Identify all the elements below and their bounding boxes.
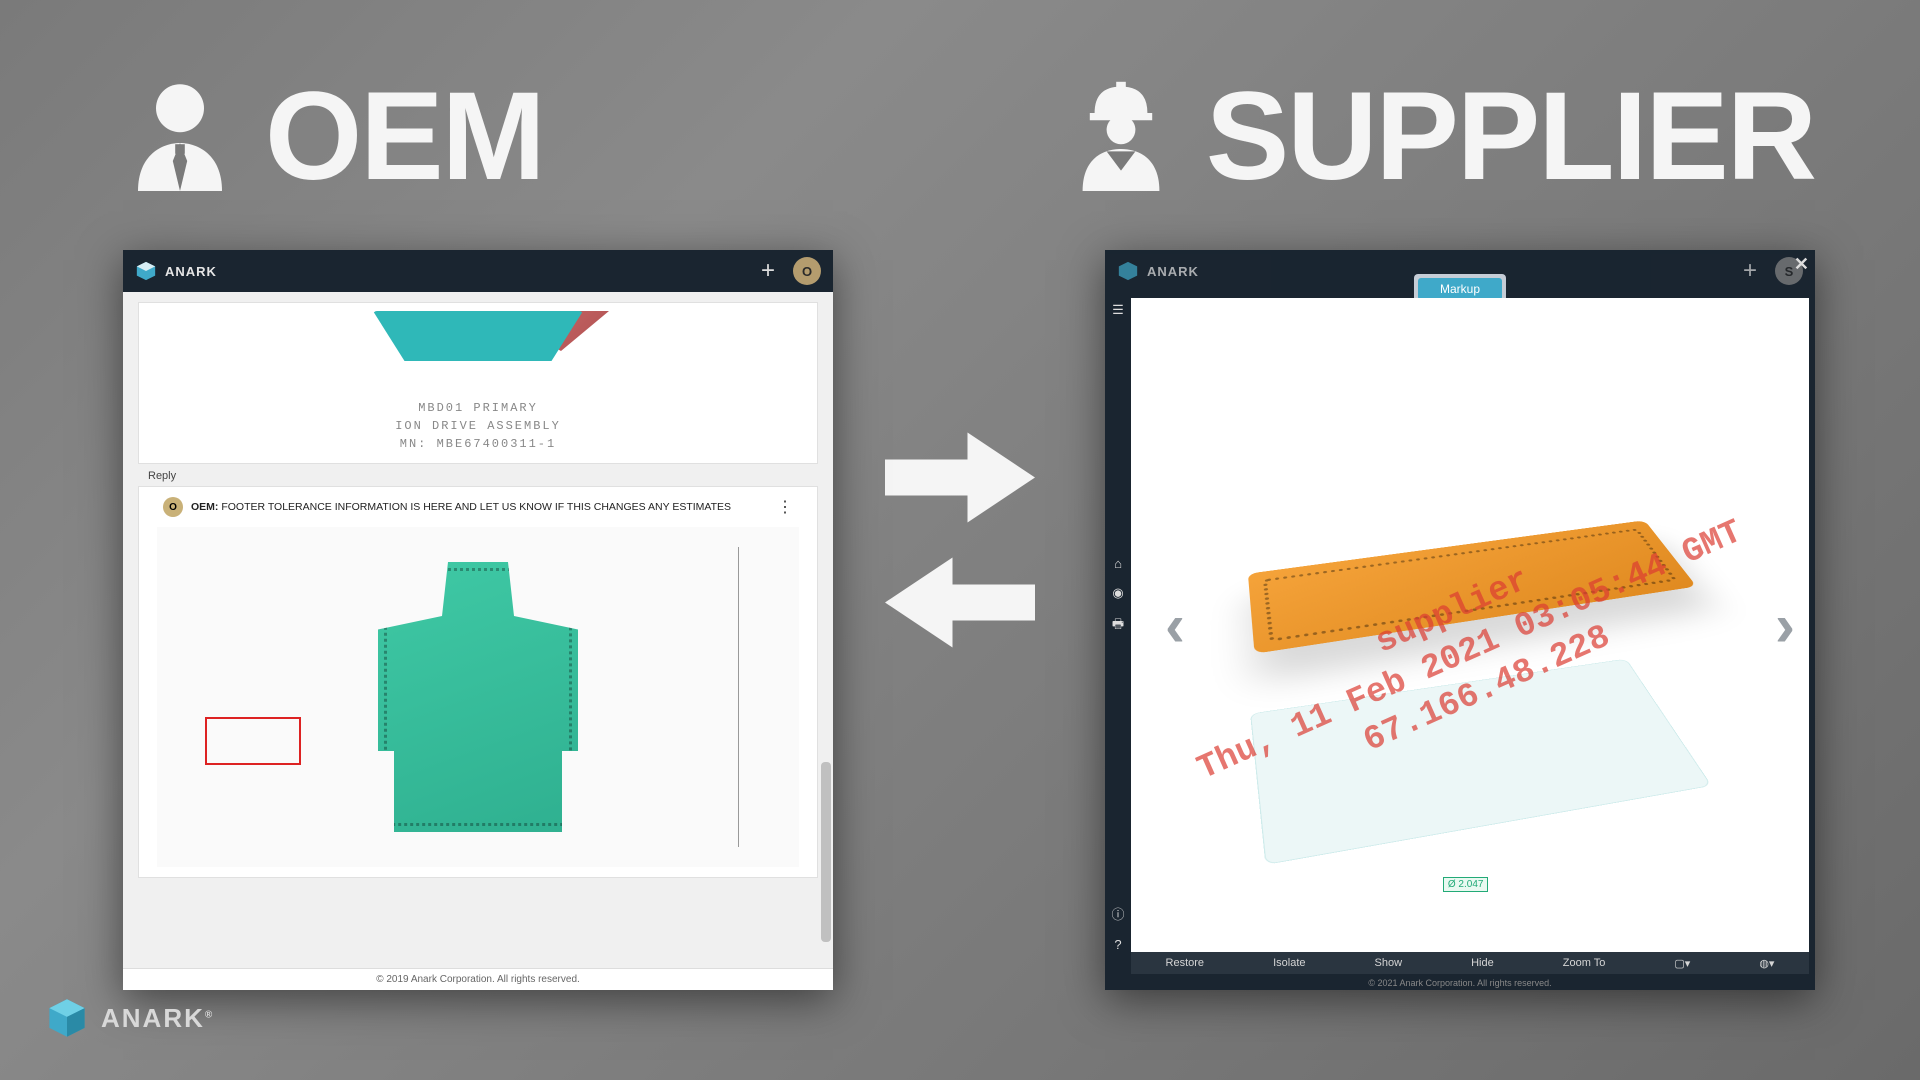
- oem-titlebar: ANARK + O: [123, 250, 833, 292]
- anark-cube-icon: [45, 996, 89, 1040]
- settings-icon[interactable]: ◍▾: [1759, 957, 1774, 970]
- restore-button[interactable]: Restore: [1166, 957, 1205, 969]
- oem-footer: © 2019 Anark Corporation. All rights res…: [123, 968, 833, 990]
- oem-app-window: ANARK + O MBD01 PRIMARY ION DRIVE ASSEMB…: [123, 250, 833, 990]
- drawing-preview-card: MBD01 PRIMARY ION DRIVE ASSEMBLY MN: MBE…: [138, 302, 818, 464]
- show-button[interactable]: Show: [1375, 957, 1403, 969]
- prev-view-button[interactable]: ‹: [1165, 591, 1185, 660]
- highlight-box: [205, 717, 301, 765]
- add-button[interactable]: +: [761, 257, 775, 285]
- supplier-header: SUPPLIER: [1061, 65, 1815, 208]
- add-button[interactable]: +: [1743, 257, 1757, 285]
- oem-document-area[interactable]: MBD01 PRIMARY ION DRIVE ASSEMBLY MN: MBE…: [123, 292, 833, 968]
- home-icon[interactable]: ⌂: [1114, 556, 1122, 571]
- arrow-left-icon: [885, 555, 1035, 650]
- markup-button[interactable]: Markup: [1418, 278, 1502, 300]
- viewport-icon[interactable]: ▢▾: [1674, 957, 1690, 970]
- comment-avatar: O: [163, 497, 183, 517]
- part-preview-top: [373, 311, 583, 361]
- anark-brand-mark: ANARK®: [45, 996, 214, 1040]
- comment-text: OEM: FOOTER TOLERANCE INFORMATION IS HER…: [191, 501, 769, 513]
- worker-icon: [1061, 77, 1181, 197]
- supplier-footer: © 2021 Anark Corporation. All rights res…: [1105, 978, 1815, 988]
- drawing-title-block: MBD01 PRIMARY ION DRIVE ASSEMBLY MN: MBE…: [157, 399, 799, 453]
- anark-logo-icon: [135, 260, 157, 282]
- hide-button[interactable]: Hide: [1471, 957, 1494, 969]
- supplier-title: SUPPLIER: [1206, 65, 1815, 208]
- help-icon[interactable]: ?: [1114, 937, 1121, 952]
- oem-title: OEM: [265, 65, 544, 208]
- exchange-arrows: [885, 430, 1035, 650]
- viewer-3d-area[interactable]: supplier Thu, 11 Feb 2021 03:05:44 GMT 6…: [1131, 298, 1809, 952]
- oem-app-name: ANARK: [165, 264, 217, 279]
- brand-name: ANARK®: [101, 1003, 214, 1034]
- dimension-callout: Ø 2.047: [1443, 877, 1489, 892]
- supplier-app-window: ANARK + S ✕ Markup ☰ ⌂ ◉ 🖶 ⓘ ? su: [1105, 250, 1815, 990]
- drawing-main-view[interactable]: [157, 527, 799, 867]
- viewer-left-rail: ☰ ⌂ ◉ 🖶 ⓘ ?: [1105, 298, 1131, 952]
- businessman-icon: [120, 77, 240, 197]
- arrow-right-icon: [885, 430, 1035, 525]
- scrollbar-thumb[interactable]: [821, 762, 831, 942]
- info-icon[interactable]: ⓘ: [1111, 904, 1124, 923]
- anark-logo-icon: [1117, 260, 1139, 282]
- reply-label[interactable]: Reply: [148, 470, 818, 482]
- comment-menu-icon[interactable]: ⋮: [777, 497, 793, 517]
- camera-icon[interactable]: ◉: [1112, 585, 1123, 601]
- viewer-bottom-bar: Restore Isolate Show Hide Zoom To ▢▾ ◍▾: [1131, 952, 1809, 974]
- close-button[interactable]: ✕: [1794, 254, 1809, 275]
- zoom-to-button[interactable]: Zoom To: [1563, 957, 1606, 969]
- user-avatar[interactable]: O: [793, 257, 821, 285]
- list-icon[interactable]: ☰: [1112, 302, 1124, 318]
- print-icon[interactable]: 🖶: [1112, 615, 1124, 637]
- next-view-button[interactable]: ›: [1775, 591, 1795, 660]
- oem-header: OEM: [120, 65, 544, 208]
- supplier-app-name: ANARK: [1147, 264, 1199, 279]
- isolate-button[interactable]: Isolate: [1273, 957, 1305, 969]
- comment-card: O OEM: FOOTER TOLERANCE INFORMATION IS H…: [138, 486, 818, 878]
- part-render-green: [378, 562, 578, 832]
